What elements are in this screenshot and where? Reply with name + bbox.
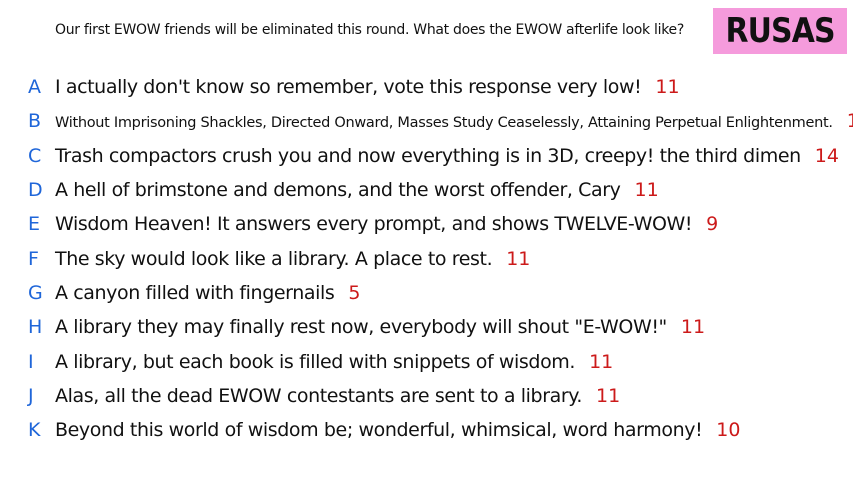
response-text: A hell of brimstone and demons, and the … — [55, 179, 621, 202]
vote-count: 11 — [596, 384, 621, 407]
badge-label: RUSAS — [725, 11, 835, 51]
response-row-g: G A canyon filled with fingernails 5 — [0, 276, 853, 310]
response-text: Trash compactors crush you and now every… — [55, 144, 801, 167]
response-row-c: C Trash compactors crush you and now eve… — [0, 139, 853, 173]
vote-count: 11 — [506, 247, 531, 270]
vote-count: 9 — [706, 213, 719, 236]
response-letter: D — [28, 179, 43, 202]
response-text: Wisdom Heaven! It answers every prompt, … — [55, 213, 693, 236]
response-row-k: K Beyond this world of wisdom be; wonder… — [0, 413, 853, 447]
vote-count: 5 — [348, 281, 361, 304]
response-letter: F — [28, 247, 39, 270]
vote-count: 11 — [634, 179, 659, 202]
response-row-a: A I actually don't know so remember, vot… — [0, 70, 853, 104]
response-letter: C — [28, 144, 42, 167]
response-row-d: D A hell of brimstone and demons, and th… — [0, 173, 853, 207]
response-letter: J — [28, 384, 34, 407]
response-row-f: F The sky would look like a library. A p… — [0, 241, 853, 275]
vote-count: 10 — [716, 419, 741, 442]
vote-count: 11 — [655, 76, 680, 99]
response-text: The sky would look like a library. A pla… — [55, 247, 493, 270]
response-row-j: J Alas, all the dead EWOW contestants ar… — [0, 379, 853, 413]
response-text: Alas, all the dead EWOW contestants are … — [55, 384, 583, 407]
response-letter: A — [28, 76, 41, 99]
vote-count: 11 — [589, 350, 614, 373]
response-letter: B — [28, 110, 42, 133]
response-letter: E — [28, 213, 41, 236]
response-text: Without Imprisoning Shackles, Directed O… — [55, 115, 833, 132]
vote-count: 11 — [680, 316, 706, 339]
response-letter: H — [28, 316, 43, 339]
response-row-e: E Wisdom Heaven! It answers every prompt… — [0, 207, 853, 241]
response-letter: K — [28, 419, 41, 442]
response-list: A I actually don't know so remember, vot… — [0, 70, 853, 447]
response-letter: G — [28, 281, 43, 304]
response-text: A library, but each book is filled with … — [55, 350, 576, 373]
prompt-text: Our first EWOW friends will be eliminate… — [55, 22, 684, 38]
response-text: Beyond this world of wisdom be; wonderfu… — [55, 419, 703, 442]
response-row-h: H A library they may finally rest now, e… — [0, 310, 853, 344]
response-row-i: I A library, but each book is filled wit… — [0, 344, 853, 378]
response-text: A library they may finally rest now, eve… — [55, 316, 667, 339]
response-row-b: B Without Imprisoning Shackles, Directed… — [0, 104, 853, 138]
response-letter: I — [28, 350, 34, 373]
response-text: I actually don't know so remember, vote … — [55, 76, 642, 99]
vote-count: 14 — [814, 144, 839, 167]
contestant-badge: RUSAS — [713, 8, 847, 54]
vote-count: 11 — [846, 110, 853, 133]
response-text: A canyon filled with fingernails — [55, 281, 335, 304]
